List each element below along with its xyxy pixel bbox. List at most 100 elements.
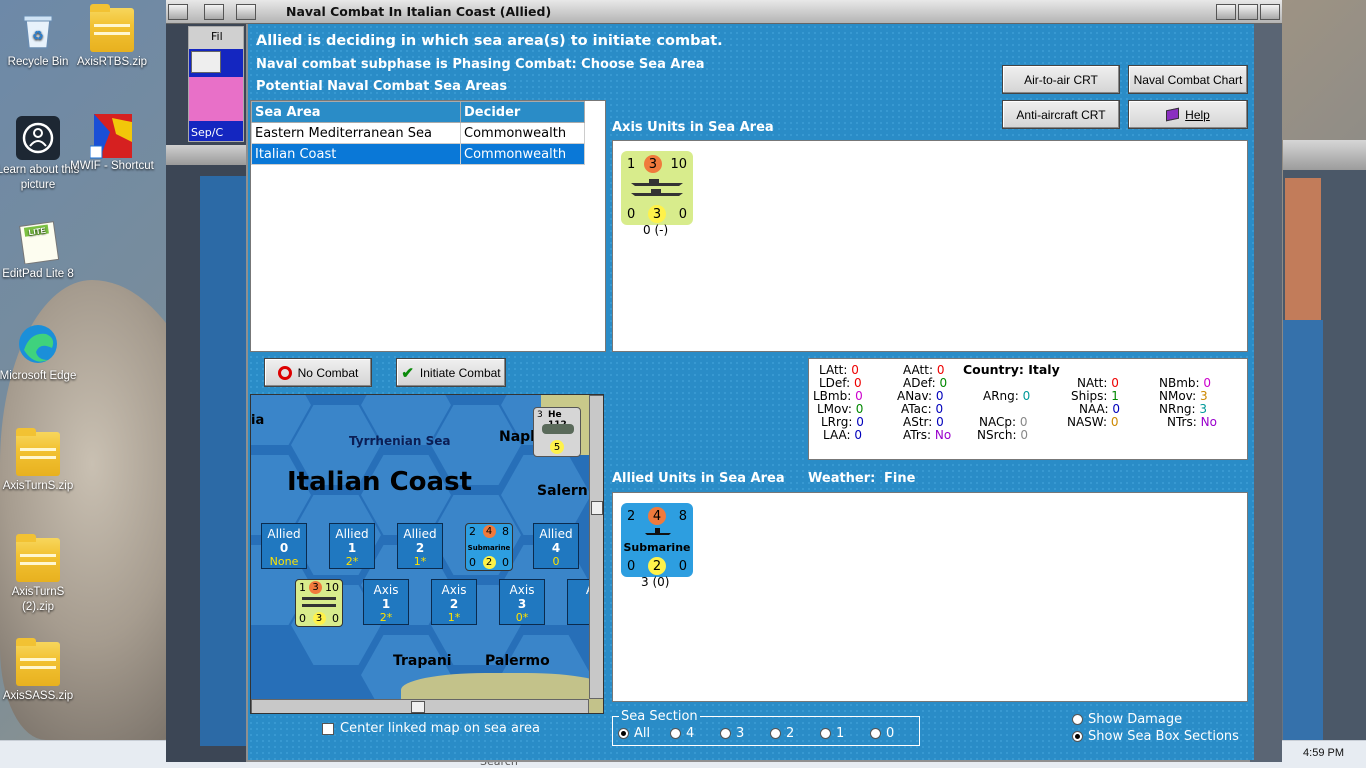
counter-value: 0 (299, 612, 306, 625)
window-titlebar[interactable]: Naval Combat In Italian Coast (Allied) (166, 0, 1282, 24)
desktop-icon-axissass-zip[interactable]: AxisSASS.zip (0, 638, 80, 704)
stat-lbmb: LBmb: 0 (813, 389, 863, 403)
minimize-button[interactable] (1216, 4, 1236, 20)
anti-aircraft-crt-button[interactable]: Anti-aircraft CRT (1002, 100, 1120, 129)
allied-map-counter[interactable]: 2 4 8 Submarine 0 2 0 (465, 523, 513, 571)
stat-value: 0 (1110, 415, 1119, 429)
radio-dot[interactable] (870, 728, 881, 739)
window-title: Naval Combat In Italian Coast (Allied) (286, 4, 552, 19)
initiate-combat-button[interactable]: ✔ Initiate Combat (396, 358, 506, 387)
stat-value: 0 (854, 428, 862, 442)
window-left-panel: Fil Sep/C (166, 24, 246, 762)
table-row-selected[interactable]: Italian Coast Commonwealth (251, 143, 585, 165)
desktop-icon-axisturns-zip[interactable]: AxisTurnS.zip (0, 428, 80, 494)
radio-dot[interactable] (1072, 731, 1083, 742)
help-button[interactable]: Help (1128, 100, 1248, 129)
checkbox-box[interactable] (322, 722, 334, 735)
sea-section-option-label: 0 (886, 726, 895, 741)
sea-section-radio-1[interactable]: 1 (820, 726, 844, 741)
app-icon (204, 4, 224, 20)
no-combat-button[interactable]: No Combat (264, 358, 372, 387)
allied-sea-box-1[interactable]: Allied 1 2* (329, 523, 375, 569)
sea-box-side: Allied (539, 527, 573, 541)
center-map-checkbox[interactable]: Center linked map on sea area (322, 721, 540, 736)
allied-submarine-counter[interactable]: 248 Submarine 020 (621, 503, 693, 577)
naval-combat-chart-button[interactable]: Naval Combat Chart (1128, 65, 1248, 94)
axis-sea-box-1[interactable]: Axis 1 2* (363, 579, 409, 625)
stat-value: 0 (1112, 402, 1121, 416)
country-line: Country: Italy (963, 362, 1060, 377)
sea-area-map[interactable]: ia Tyrrhenian Sea Italian Coast Napl Salern T… (250, 394, 604, 714)
close-button[interactable] (1260, 4, 1280, 20)
desktop-icon-axisrtbs-zip[interactable]: AxisRTBS.zip (70, 4, 154, 70)
air-to-air-crt-button[interactable]: Air-to-air CRT (1002, 65, 1120, 94)
stat-label: NASW: (1067, 415, 1111, 429)
desktop-icon-learn-about-picture[interactable]: Learn about this picture (0, 116, 80, 193)
sea-section-radio-3[interactable]: 3 (720, 726, 744, 741)
show-damage-label: Show Damage (1088, 712, 1183, 727)
country-label: Country: (963, 362, 1024, 377)
scroll-thumb-horizontal[interactable] (411, 701, 425, 713)
sea-area-cell: Italian Coast (251, 143, 461, 165)
sea-section-radio-0[interactable]: 0 (870, 726, 894, 741)
sea-section-radio-all[interactable]: All (618, 726, 650, 741)
naval-combat-dialog: Allied is deciding in which sea area(s) … (248, 24, 1254, 760)
desktop-icon-editpad-lite[interactable]: LITE EditPad Lite 8 (0, 220, 80, 282)
stat-nsrch: NSrch: 0 (977, 428, 1028, 442)
axis-sea-box-2[interactable]: Axis 2 1* (431, 579, 477, 625)
recycle-bin-icon: ♻ (16, 8, 60, 52)
sea-section-radio-2[interactable]: 2 (770, 726, 794, 741)
axis-map-counter[interactable]: 1 3 10 0 3 0 (295, 579, 343, 627)
table-row[interactable]: Eastern Mediterranean Sea Commonwealth (251, 122, 585, 144)
radio-dot[interactable] (720, 728, 731, 739)
stat-label: NAtt: (1077, 376, 1112, 390)
axis-naval-counter[interactable]: 1 3 10 030 (621, 151, 693, 225)
radio-dot[interactable] (1072, 714, 1083, 725)
maximize-button[interactable] (1238, 4, 1258, 20)
edge-label: ia (251, 413, 265, 428)
counter-value: 0 (332, 612, 339, 625)
desktop-icon-axisturns-2-zip[interactable]: AxisTurnS (2).zip (0, 534, 80, 615)
stat-value: 0 (939, 376, 948, 390)
counter-value: 3 (648, 205, 666, 223)
radio-dot[interactable] (820, 728, 831, 739)
counter-value: 8 (678, 508, 687, 524)
window-menu-button[interactable] (236, 4, 256, 20)
allied-sea-box-0[interactable]: Allied 0 None (261, 523, 307, 569)
column-header-sea-area[interactable]: Sea Area (251, 101, 461, 123)
window-right-panel (1250, 24, 1282, 762)
desktop-icon-microsoft-edge[interactable]: Microsoft Edge (0, 322, 80, 384)
stat-aatt: AAtt: 0 (903, 363, 944, 377)
map-vertical-scrollbar[interactable] (589, 395, 603, 699)
stat-value: No (1200, 415, 1217, 429)
radio-dot[interactable] (618, 728, 629, 739)
he112-counter[interactable]: 3He 1125 (533, 407, 581, 457)
counter-unit-name: Submarine (467, 544, 511, 552)
allied-sea-box-4[interactable]: Allied 4 0 (533, 523, 579, 569)
stat-label: NAA: (1079, 402, 1113, 416)
counter-value: 1 (627, 156, 636, 172)
background-map-sea (1283, 320, 1323, 740)
radio-dot[interactable] (670, 728, 681, 739)
column-header-decider[interactable]: Decider (460, 101, 585, 123)
stat-value: 0 (855, 402, 864, 416)
radio-dot[interactable] (770, 728, 781, 739)
system-menu-icon[interactable] (168, 4, 188, 20)
axis-unit-status: 0 (-) (643, 223, 669, 237)
sea-box-val: None (269, 555, 299, 568)
show-sea-box-sections-radio[interactable]: Show Sea Box Sections (1072, 729, 1239, 744)
mini-map-panel[interactable]: Fil Sep/C (188, 26, 244, 142)
axis-sea-box-3[interactable]: Axis 3 0* (499, 579, 545, 625)
tank-icon[interactable] (191, 51, 221, 73)
stat-label: NBmb: (1159, 376, 1204, 390)
desktop-icon-mwif-shortcut[interactable]: MWIF - Shortcut (70, 112, 154, 174)
allied-sea-box-2[interactable]: Allied 2 1* (397, 523, 443, 569)
scroll-thumb-vertical[interactable] (591, 501, 603, 515)
sea-section-radio-4[interactable]: 4 (670, 726, 694, 741)
desktop-icon-recycle-bin[interactable]: ♻ Recycle Bin (0, 8, 80, 70)
show-damage-radio[interactable]: Show Damage (1072, 712, 1182, 727)
taskbar-clock[interactable]: 4:59 PM (1303, 747, 1344, 759)
file-tab[interactable]: Fil (189, 27, 243, 49)
stat-value: 3 (1199, 402, 1208, 416)
camera-icon (16, 116, 60, 160)
